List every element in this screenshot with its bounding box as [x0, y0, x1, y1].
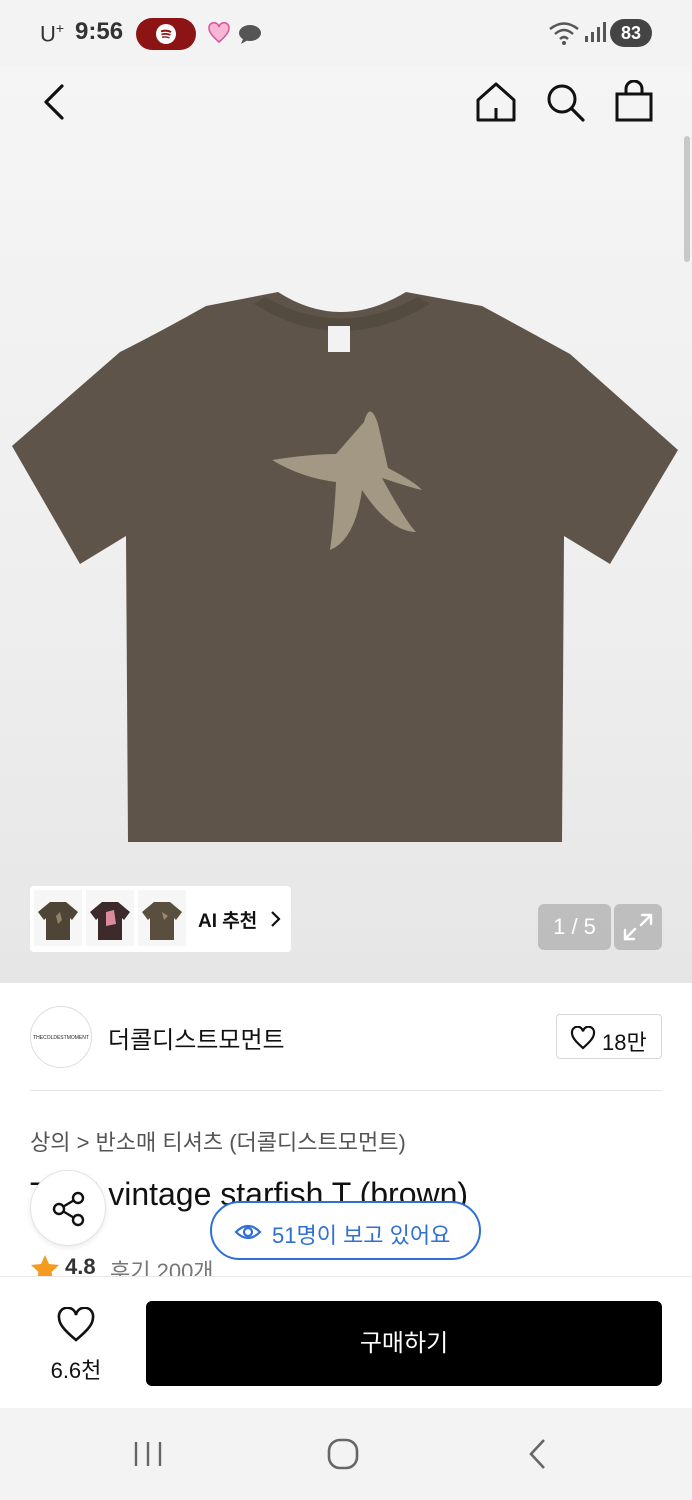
- recommend-thumbnail[interactable]: [86, 890, 134, 946]
- image-pager: 1 / 5: [538, 904, 611, 950]
- chevron-right-icon: [271, 911, 281, 927]
- eye-icon: [234, 1224, 262, 1240]
- status-time: 9:56: [75, 18, 124, 45]
- bottom-action-bar: 6.6천 구매하기: [0, 1276, 692, 1408]
- favorite-count: 6.6천: [50, 1358, 102, 1383]
- buy-button[interactable]: 구매하기: [146, 1301, 662, 1386]
- battery-level: 83: [610, 19, 652, 47]
- wifi-icon: [549, 22, 579, 45]
- ai-recommend-label: AI 추천: [198, 911, 258, 932]
- brand-like-count: 18만: [602, 1030, 647, 1055]
- tshirt-label: [328, 326, 350, 352]
- back-nav-icon[interactable]: [526, 1438, 548, 1470]
- ai-recommend-strip[interactable]: AI 추천: [30, 886, 291, 952]
- back-icon[interactable]: [36, 80, 76, 124]
- brand-logo[interactable]: THECOLDESTMOMENT: [30, 1006, 92, 1068]
- spotify-icon: [136, 18, 196, 50]
- tshirt-body: [12, 292, 678, 842]
- product-image: [12, 292, 678, 842]
- recommend-thumbnail[interactable]: [138, 890, 186, 946]
- brand-like-button[interactable]: 18만: [556, 1014, 662, 1059]
- heart-icon: [57, 1307, 95, 1342]
- recent-apps-icon[interactable]: [132, 1440, 164, 1468]
- share-icon: [52, 1191, 85, 1227]
- heart-icon: [570, 1026, 596, 1050]
- signal-icon: [585, 22, 606, 42]
- home-nav-icon[interactable]: [326, 1438, 360, 1470]
- brand-name[interactable]: 더콜디스트모먼트: [108, 1020, 285, 1055]
- search-icon[interactable]: [543, 80, 587, 124]
- scrollbar[interactable]: [684, 136, 690, 262]
- bag-icon[interactable]: [612, 80, 656, 124]
- heart-status-icon: [208, 22, 230, 43]
- recommend-thumbnail[interactable]: [34, 890, 82, 946]
- home-icon[interactable]: [474, 80, 518, 124]
- share-button[interactable]: [30, 1170, 106, 1246]
- viewers-badge: 51명이 보고 있어요: [210, 1201, 481, 1260]
- status-bar: U+ 9:56 83: [0, 0, 692, 66]
- product-gallery[interactable]: AI 추천 1 / 5: [0, 66, 692, 983]
- expand-icon: [623, 913, 653, 941]
- expand-button[interactable]: [614, 904, 662, 950]
- carrier-label: U+: [40, 20, 65, 47]
- breadcrumb[interactable]: 상의 > 반소매 티셔츠 (더콜디스트모먼트): [30, 1125, 406, 1157]
- viewers-text: 51명이 보고 있어요: [272, 1223, 451, 1248]
- system-nav-bar: [0, 1408, 692, 1500]
- divider: [30, 1090, 662, 1091]
- favorite-button[interactable]: 6.6천: [30, 1307, 122, 1387]
- chat-status-icon: [239, 25, 261, 44]
